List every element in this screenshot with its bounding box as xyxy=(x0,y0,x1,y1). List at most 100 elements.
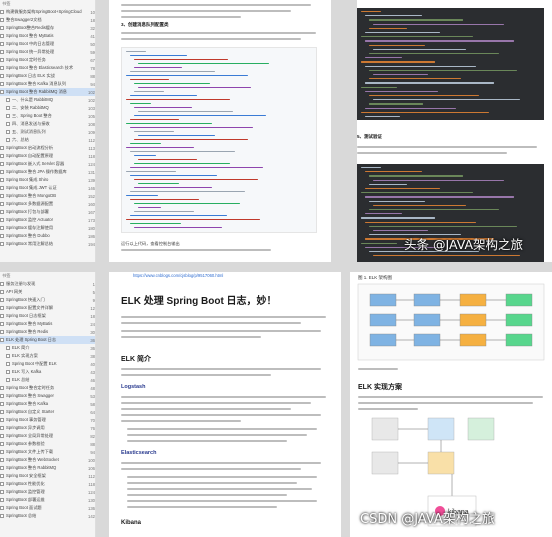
toc-item[interactable]: SpringBoot 自动配置原理 118 xyxy=(0,152,95,160)
toc-item-label: SpringBoot 监控管理 xyxy=(6,489,45,494)
toc-item[interactable]: SpringBoot 整合 Swagger 53 xyxy=(0,392,95,400)
document-page-bottom: https://www.cnblogs.com/cjsblog/p/951706… xyxy=(109,272,341,537)
toc-item-label: SpringBoot 性能优化 xyxy=(6,481,45,486)
toc-item[interactable]: Spring Boot 中的日志管理 50 xyxy=(0,40,95,48)
elk-architecture-diagram xyxy=(357,283,545,361)
toc-item[interactable]: SpringBoot 缓存注解使用 180 xyxy=(0,224,95,232)
toc-item[interactable]: SpringBoot 总结 142 xyxy=(0,512,95,520)
toc-item[interactable]: SpringBoot 异步调用 76 xyxy=(0,424,95,432)
toc-item-page: 46 xyxy=(90,377,95,383)
bookmark-icon xyxy=(0,170,4,174)
toc-item[interactable]: Spring Boot 整合定时任务 48 xyxy=(0,384,95,392)
bookmark-icon xyxy=(6,122,10,126)
toc-item[interactable]: 二、安装 RabbitMQ 103 xyxy=(0,104,95,112)
bookmark-icon xyxy=(0,146,4,150)
code-line xyxy=(126,75,248,77)
toc-item-page: 112 xyxy=(88,473,95,479)
text-line xyxy=(121,249,271,251)
bookmark-icon xyxy=(0,314,4,318)
bookmark-icon xyxy=(0,194,4,198)
toc-item-page: 64 xyxy=(90,409,95,415)
toc-item-label: Spring Boot 中配置 ELK xyxy=(12,361,57,366)
toc-item[interactable]: Spring Boot 面试题 136 xyxy=(0,504,95,512)
toc-item[interactable]: SpringBoot 打包与部署 167 xyxy=(0,208,95,216)
toc-item[interactable]: Spring Boot 整合 Elasticsearch 技术 78 xyxy=(0,64,95,72)
toc-item[interactable]: Spring Boot 安全框架 112 xyxy=(0,472,95,480)
article-link[interactable]: https://www.cnblogs.com/cjsblog/p/951706… xyxy=(133,273,223,278)
toc-item[interactable]: SpringBoot 自定义 Starter 64 xyxy=(0,408,95,416)
code-line xyxy=(369,209,499,211)
bookmark-icon xyxy=(0,42,4,46)
toc-item[interactable]: Spring Boot 集成 JWT 认证 146 xyxy=(0,184,95,192)
code-line xyxy=(130,143,161,145)
toc-item[interactable]: Spring Boot 事务管理 70 xyxy=(0,416,95,424)
toc-item[interactable]: SpringBoot 整合 Redis 30 xyxy=(0,328,95,336)
bookmark-icon xyxy=(0,226,4,230)
toc-item[interactable]: ELK 简介 36 xyxy=(0,344,95,352)
toc-item[interactable]: 四、消息发送与接收 108 xyxy=(0,120,95,128)
toc-item[interactable]: SpringBoot 文件上传下载 94 xyxy=(0,448,95,456)
toc-item-label: SpringBoot 监控 Actuator xyxy=(6,217,54,222)
bookmark-icon xyxy=(0,162,4,166)
code-line xyxy=(130,71,215,73)
toc-item[interactable]: Spring Boot 统一异常处理 59 xyxy=(0,48,95,56)
toc-item[interactable]: SpringBoot 整合 RabbitMQ 106 xyxy=(0,464,95,472)
toc-item[interactable]: SpringBoot 整合 MongoDB 152 xyxy=(0,192,95,200)
toc-item[interactable]: 六、总结 112 xyxy=(0,136,95,144)
code-line xyxy=(369,53,499,55)
toc-item[interactable]: SpringBoot 整合 JPA 操作数据库 131 xyxy=(0,168,95,176)
toc-item[interactable]: SpringBoot 配置文件详解 12 xyxy=(0,304,95,312)
toc-item[interactable]: SpringBoot 监控管理 124 xyxy=(0,488,95,496)
toc-item[interactable]: 三、Spring Boot 整合 105 xyxy=(0,112,95,120)
code-line xyxy=(126,99,230,101)
bookmark-icon xyxy=(0,18,4,22)
toc-item[interactable]: SpringBoot 启动流程分析 113 xyxy=(0,144,95,152)
toc-item-page: 112 xyxy=(88,137,95,143)
toc-item[interactable]: Spring Boot 定时任务 67 xyxy=(0,56,95,64)
toc-item[interactable]: ELK 处理 Spring Boot 日志 36 xyxy=(0,336,95,344)
toc-item[interactable]: Spring Boot 集成 Shiro 139 xyxy=(0,176,95,184)
toc-item[interactable]: SpringBoot 多数据源配置 160 xyxy=(0,200,95,208)
toc-item[interactable]: SpringBoot 监控 Actuator 173 xyxy=(0,216,95,224)
toc-item[interactable]: Spring Boot 中配置 ELK 40 xyxy=(0,360,95,368)
toc-item-label: ELK 总结 xyxy=(12,377,30,382)
toc-item[interactable]: SpringBoot 整合 Dubbo 186 xyxy=(0,232,95,240)
toc-item[interactable]: SpringBoot 整合 Kafka 消息队列 94 xyxy=(0,80,95,88)
toc-item[interactable]: ELK 总结 46 xyxy=(0,376,95,384)
toc-item[interactable]: SpringBoot 常用注解总结 194 xyxy=(0,240,95,248)
toc-item[interactable]: SpringBoot 整合 Kafka 58 xyxy=(0,400,95,408)
toc-item-page: 100 xyxy=(88,457,95,463)
toc-item[interactable]: SpringBoot 嵌入式 Servlet 容器 124 xyxy=(0,160,95,168)
bookmark-icon xyxy=(0,410,4,414)
toc-item[interactable]: 构建微服务架构SpringBoot+SpringCloud 10 xyxy=(0,8,95,16)
toc-item[interactable]: SpringBoot 日志 ELK 实战 88 xyxy=(0,72,95,80)
toc-item-page: 30 xyxy=(90,329,95,335)
toc-item[interactable]: SpringBoot整合Redis缓存 32 xyxy=(0,24,95,32)
toc-item-label: SpringBoot 自动配置原理 xyxy=(6,153,54,158)
toc-item[interactable]: 服务注册与发现 1 xyxy=(0,280,95,288)
bookmark-icon xyxy=(0,450,4,454)
toc-item[interactable]: Spring Boot 整合 MyBatis 41 xyxy=(0,32,95,40)
toc-item[interactable]: SpringBoot 性能优化 118 xyxy=(0,480,95,488)
toc-item[interactable]: SpringBoot 整合 WebSocket 100 xyxy=(0,456,95,464)
toc-item-label: Spring Boot 事务管理 xyxy=(6,417,46,422)
toc-item-page: 40 xyxy=(90,361,95,367)
toc-item[interactable]: 五、测试消息队列 109 xyxy=(0,128,95,136)
toc-item[interactable]: 一、什么是 RabbitMQ 102 xyxy=(0,96,95,104)
code-line xyxy=(138,135,215,137)
toc-item[interactable]: SpringBoot 整合 MyBatis 24 xyxy=(0,320,95,328)
toc-item[interactable]: Spring Boot 整合 RabbitMQ 消息 102 xyxy=(0,88,95,96)
toc-item[interactable]: SpringBoot 部署运维 130 xyxy=(0,496,95,504)
text-line xyxy=(358,368,398,370)
toc-item[interactable]: 整合Swagger2文档 18 xyxy=(0,16,95,24)
toc-item[interactable]: SpringBoot 全局异常处理 82 xyxy=(0,432,95,440)
toc-item[interactable]: ELK 写入 Kafka 43 xyxy=(0,368,95,376)
toc-item[interactable]: SpringBoot 参数校验 88 xyxy=(0,440,95,448)
toc-item-page: 59 xyxy=(90,49,95,55)
diagram-node xyxy=(505,313,533,327)
toc-item[interactable]: SpringBoot 快速入门 9 xyxy=(0,296,95,304)
toc-item[interactable]: ELK 实现方案 38 xyxy=(0,352,95,360)
toc-item[interactable]: Spring Boot 日志框架 18 xyxy=(0,312,95,320)
code-line xyxy=(134,187,212,189)
toc-item[interactable]: API 网关 5 xyxy=(0,288,95,296)
